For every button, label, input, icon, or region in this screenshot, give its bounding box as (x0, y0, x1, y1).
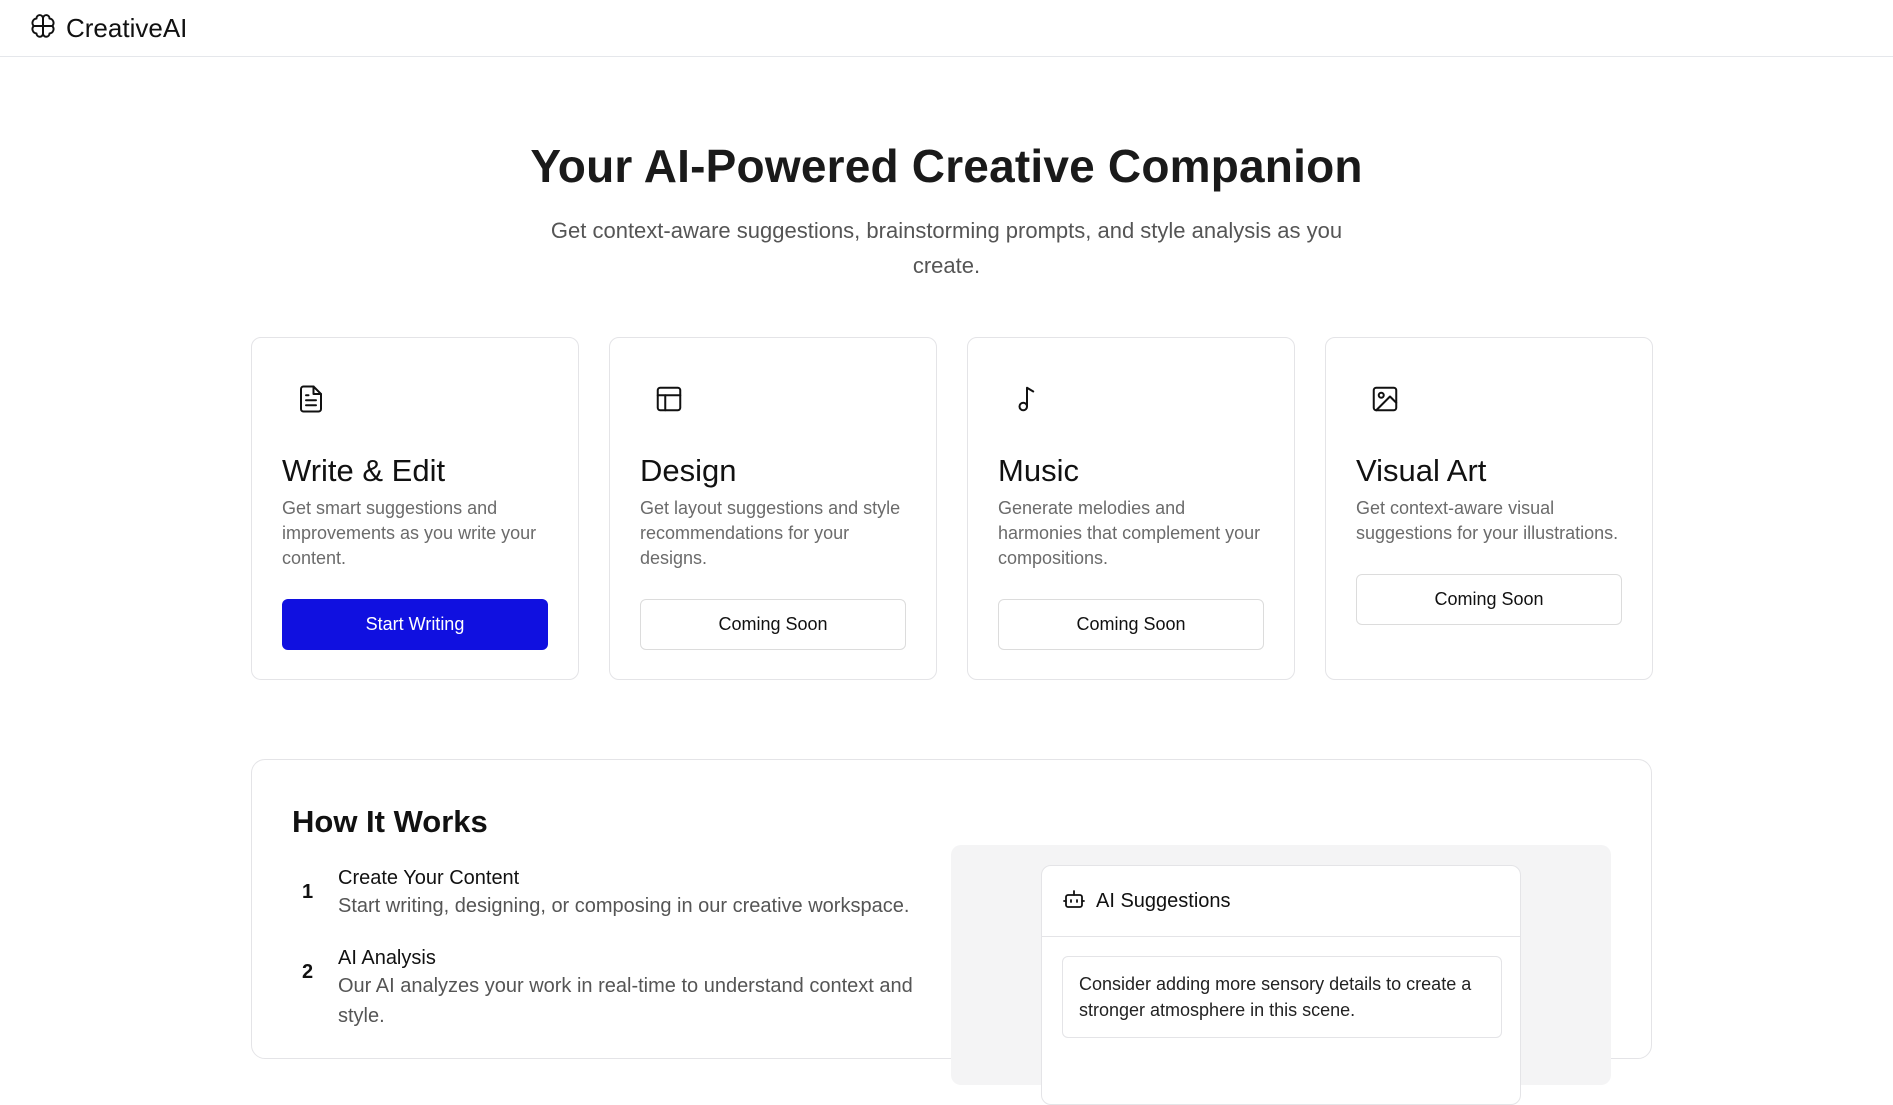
suggestions-title: AI Suggestions (1096, 889, 1231, 912)
card-description: Get context-aware visual suggestions for… (1356, 498, 1619, 543)
brain-icon (30, 13, 56, 44)
brand-name: CreativeAI (66, 12, 188, 43)
card-design: Design Get layout suggestions and style … (609, 337, 937, 680)
card-music: Music Generate melodies and harmonies th… (967, 337, 1295, 680)
top-navbar: CreativeAI (0, 0, 1893, 57)
ai-preview-area: AI Suggestions Consider adding more sens… (951, 845, 1611, 1105)
section-title: How It Works (292, 804, 488, 839)
step-title: Create Your Content (338, 867, 520, 889)
suggestion-item[interactable]: Consider adding more sensory details to … (1062, 956, 1502, 1038)
ai-suggestions-panel: AI Suggestions Consider adding more sens… (1041, 865, 1521, 1105)
card-title: Design (640, 453, 737, 488)
card-title: Visual Art (1356, 453, 1487, 488)
card-description: Get layout suggestions and style recomme… (640, 498, 901, 568)
hero-section: Your AI-Powered Creative Companion Get c… (0, 139, 1893, 283)
design-coming-soon-button[interactable]: Coming Soon (640, 599, 906, 650)
card-title: Write & Edit (282, 453, 446, 488)
music-note-icon (1012, 384, 1042, 414)
bot-icon (1062, 887, 1086, 916)
how-it-works-section: How It Works 1 Create Your Content Start… (251, 759, 1652, 1105)
step-title: AI Analysis (338, 947, 436, 969)
step-description: Our AI analyzes your work in real-time t… (338, 975, 913, 1027)
suggestions-header: AI Suggestions (1042, 866, 1520, 937)
music-coming-soon-button[interactable]: Coming Soon (998, 599, 1264, 650)
step-item: 1 Create Your Content Start writing, des… (292, 865, 918, 921)
start-writing-button[interactable]: Start Writing (282, 599, 548, 650)
card-write-edit: Write & Edit Get smart suggestions and i… (251, 337, 579, 680)
hero-title: Your AI-Powered Creative Companion (530, 140, 1363, 192)
image-icon (1370, 384, 1400, 414)
card-visual-art: Visual Art Get context-aware visual sugg… (1325, 337, 1653, 680)
visual-art-coming-soon-button[interactable]: Coming Soon (1356, 574, 1622, 625)
brand-logo[interactable]: CreativeAI (30, 13, 187, 44)
step-number: 2 (302, 961, 314, 983)
step-item: 2 AI Analysis Our AI analyzes your work … (292, 945, 918, 1031)
card-description: Generate melodies and harmonies that com… (998, 498, 1261, 568)
hero-subtitle: Get context-aware suggestions, brainstor… (550, 218, 1343, 278)
document-icon (296, 384, 326, 414)
step-description: Start writing, designing, or composing i… (338, 895, 910, 917)
feature-cards: Write & Edit Get smart suggestions and i… (251, 337, 1653, 680)
card-description: Get smart suggestions and improvements a… (282, 498, 537, 568)
layout-icon (654, 384, 684, 414)
step-number: 1 (302, 881, 314, 903)
card-title: Music (998, 453, 1079, 488)
